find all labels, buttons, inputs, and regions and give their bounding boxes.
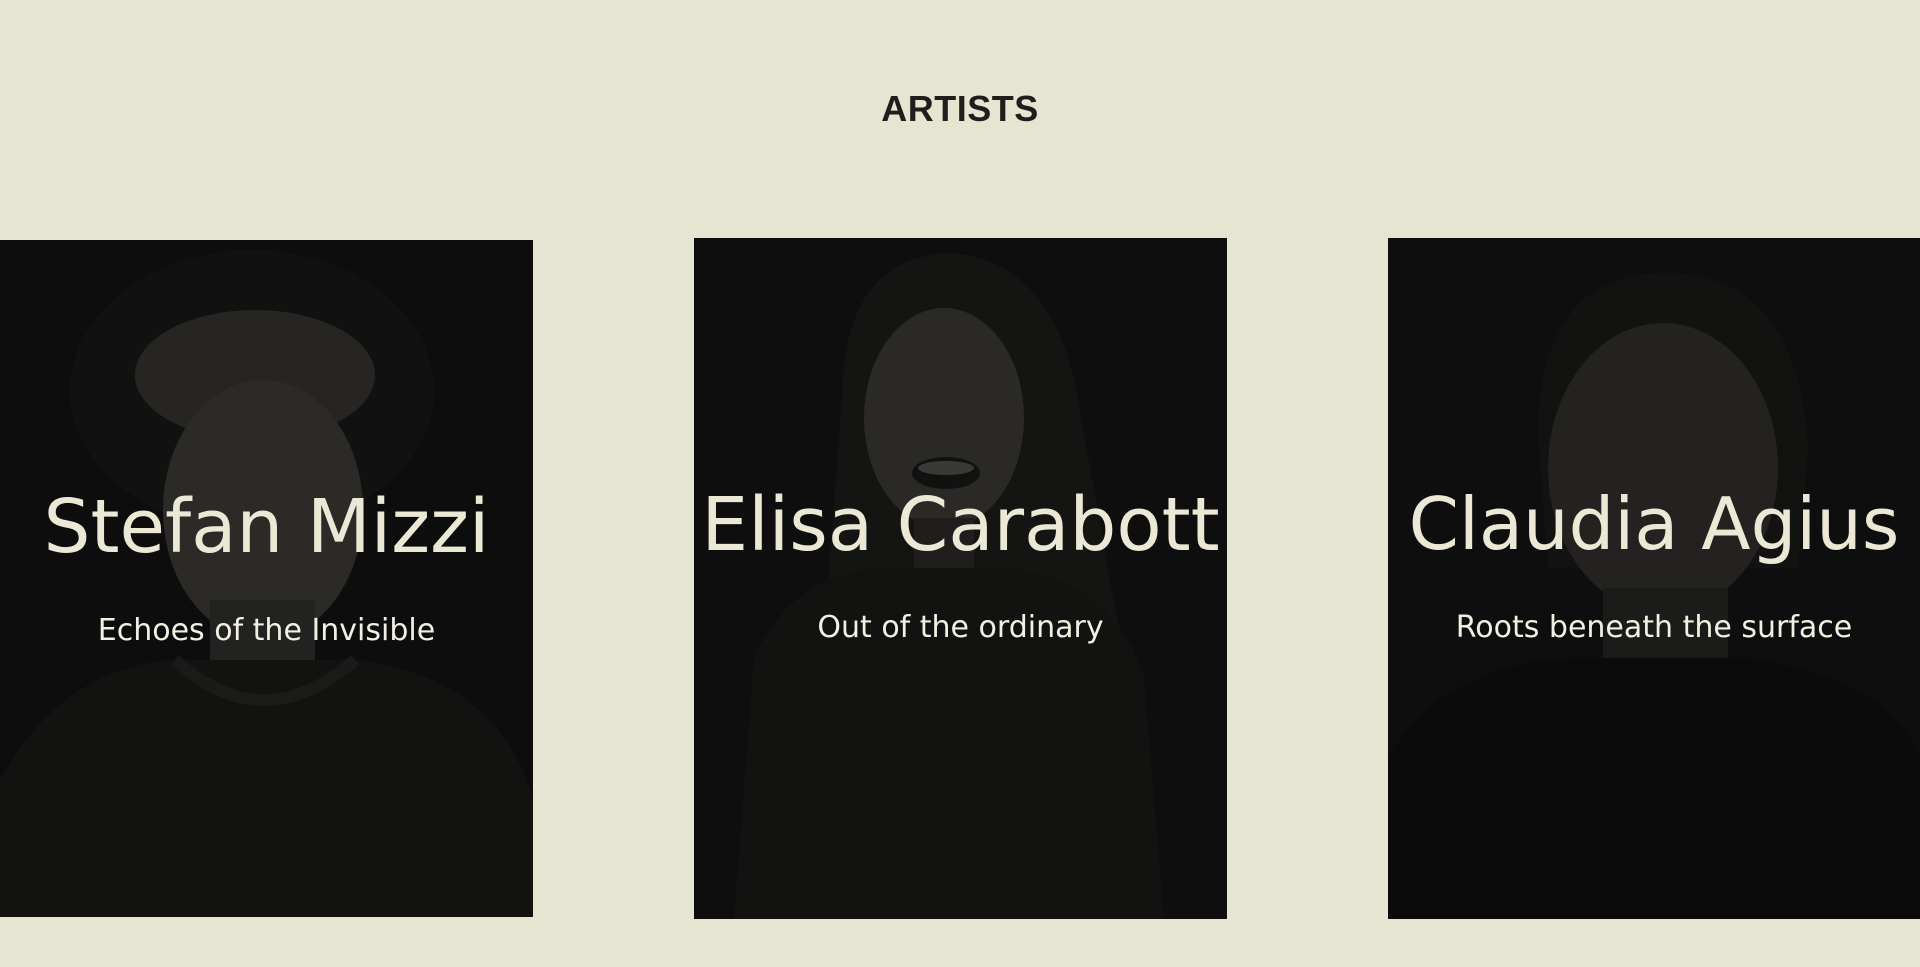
portrait-photo-icon <box>1388 238 1920 919</box>
artist-card-claudia-agius[interactable]: Claudia Agius Roots beneath the surface <box>1388 238 1920 919</box>
artist-card-elisa-carabott[interactable]: Elisa Carabott Out of the ordinary <box>694 238 1227 919</box>
portrait-photo-icon <box>0 240 533 917</box>
artist-name: Stefan Mizzi <box>43 484 490 570</box>
section-title: ARTISTS <box>881 88 1039 129</box>
artist-name: Elisa Carabott <box>701 482 1220 568</box>
artist-name: Claudia Agius <box>1408 482 1900 566</box>
portrait-photo-icon <box>694 238 1227 919</box>
artist-subtitle: Out of the ordinary <box>817 610 1104 645</box>
artist-subtitle: Roots beneath the surface <box>1455 610 1853 645</box>
artist-subtitle: Echoes of the Invisible <box>97 613 436 648</box>
artist-card-stefan-mizzi[interactable]: Stefan Mizzi Echoes of the Invisible <box>0 240 533 917</box>
